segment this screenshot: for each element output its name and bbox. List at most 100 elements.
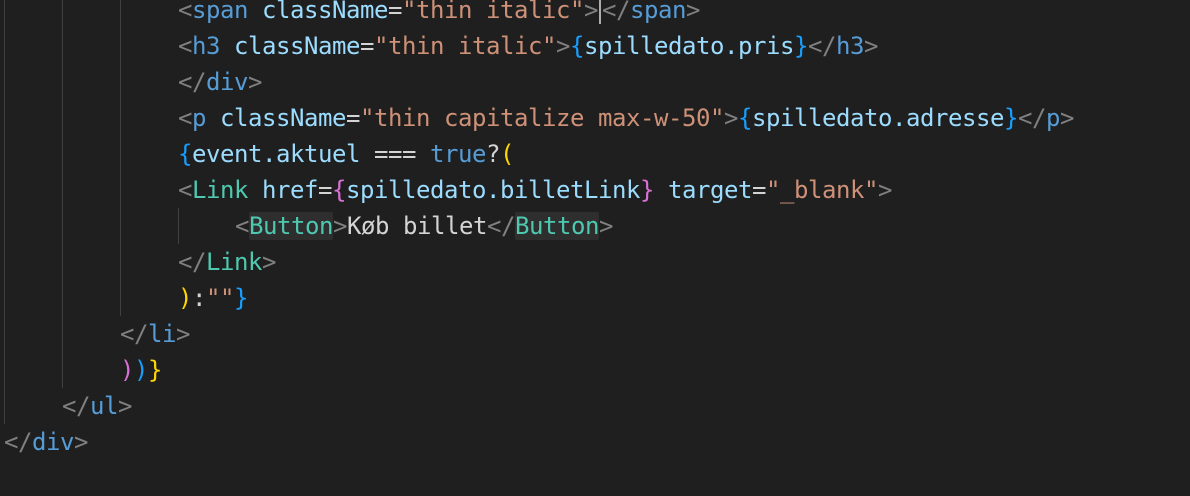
code-editor[interactable]: <span className="thin italic"> </span> <h…	[0, 0, 1190, 496]
code-token: div	[32, 428, 74, 456]
indent-guide	[4, 0, 5, 424]
code-token: className	[262, 0, 388, 24]
code-token: {	[570, 32, 584, 60]
code-line-2[interactable]: <h3 className="thin italic">{spilledato.…	[178, 28, 878, 64]
code-token: href	[262, 176, 318, 204]
code-token: }	[639, 176, 654, 204]
code-token: div	[206, 68, 248, 96]
code-token: spilledato.billetLink	[346, 176, 640, 204]
text-cursor	[599, 0, 601, 24]
code-token: p	[192, 104, 206, 132]
code-token: className	[234, 32, 360, 60]
code-token: className	[220, 104, 346, 132]
code-token: =	[360, 32, 374, 60]
indent-guide	[120, 0, 121, 316]
code-token: <	[178, 104, 192, 132]
code-line-13[interactable]: </div>	[4, 424, 88, 460]
code-token: Link	[206, 248, 262, 276]
code-line-6[interactable]: <Link href={spilledato.billetLink} targe…	[178, 172, 892, 208]
code-token: Button	[515, 212, 599, 240]
code-token: </	[602, 0, 630, 24]
code-token: =	[751, 176, 766, 204]
code-token: </	[120, 320, 148, 348]
code-token: >	[74, 428, 88, 456]
code-token: Link	[192, 176, 248, 204]
code-token: >	[723, 104, 738, 132]
code-token: "thin italic"	[402, 0, 584, 24]
indent-guide	[62, 0, 63, 388]
code-line-8[interactable]: </Link>	[178, 244, 276, 280]
code-token: </	[808, 32, 836, 60]
code-token: true	[430, 140, 486, 168]
code-token: h3	[836, 32, 864, 60]
code-token: </	[178, 68, 206, 96]
code-token: </	[1017, 104, 1046, 132]
code-token: span	[630, 0, 686, 24]
code-token: Køb billet	[347, 212, 487, 240]
code-token: event.aktuel	[192, 140, 360, 168]
code-token: >	[333, 212, 347, 240]
code-token: >	[262, 248, 276, 276]
code-token: )	[120, 356, 134, 384]
code-token: ===	[360, 140, 430, 168]
code-token: p	[1045, 104, 1060, 132]
code-line-1[interactable]: <span className="thin italic"> </span>	[178, 0, 700, 28]
code-token: >	[877, 176, 892, 204]
code-token: "thin capitalize max-w-50"	[360, 104, 724, 132]
code-token: >	[686, 0, 700, 24]
code-token: li	[148, 320, 176, 348]
code-token: spilledato.adresse	[751, 104, 1004, 132]
code-token: =	[318, 176, 332, 204]
code-token: </	[62, 392, 90, 420]
code-token: }	[148, 356, 162, 384]
code-token: spilledato.pris	[584, 32, 794, 60]
code-token: {	[737, 104, 752, 132]
code-token: >	[584, 0, 598, 24]
code-line-11[interactable]: ))}	[120, 352, 162, 388]
code-token: </	[487, 212, 515, 240]
code-line-5[interactable]: {event.aktuel === true?(	[178, 136, 514, 172]
code-token: "thin italic"	[374, 32, 556, 60]
code-token: :	[192, 284, 206, 312]
code-token: target	[667, 176, 752, 204]
code-line-3[interactable]: </div>	[178, 64, 262, 100]
code-token: span	[192, 0, 248, 24]
code-token: ul	[90, 392, 118, 420]
code-token: h3	[192, 32, 220, 60]
code-token: =	[346, 104, 360, 132]
code-token: </	[178, 248, 206, 276]
code-token: Button	[249, 212, 333, 240]
code-token: >	[556, 32, 570, 60]
code-token: ?	[486, 140, 500, 168]
code-line-4[interactable]: <p className="thin capitalize max-w-50">…	[178, 100, 1074, 136]
code-token: >	[599, 212, 613, 240]
code-token: <	[178, 32, 192, 60]
code-token: }	[1003, 104, 1018, 132]
code-token: }	[794, 32, 808, 60]
code-token: }	[234, 284, 248, 312]
code-line-10[interactable]: </li>	[120, 316, 190, 352]
code-token: >	[1059, 104, 1074, 132]
indent-guide	[178, 208, 179, 244]
code-line-7[interactable]: <Button>Køb billet</Button>	[235, 208, 613, 244]
code-token: >	[248, 68, 262, 96]
code-token: <	[178, 176, 192, 204]
code-token: )	[178, 284, 192, 312]
code-token: {	[178, 140, 192, 168]
code-token: "_blank"	[765, 176, 878, 204]
code-line-12[interactable]: </ul>	[62, 388, 132, 424]
code-line-9[interactable]: ):""}	[178, 280, 248, 316]
code-token: ""	[206, 284, 234, 312]
code-token: >	[118, 392, 132, 420]
code-token: =	[388, 0, 402, 24]
code-token: <	[235, 212, 249, 240]
code-token: {	[332, 176, 346, 204]
code-token: >	[176, 320, 190, 348]
code-token: <	[178, 0, 192, 24]
code-token: </	[4, 428, 32, 456]
